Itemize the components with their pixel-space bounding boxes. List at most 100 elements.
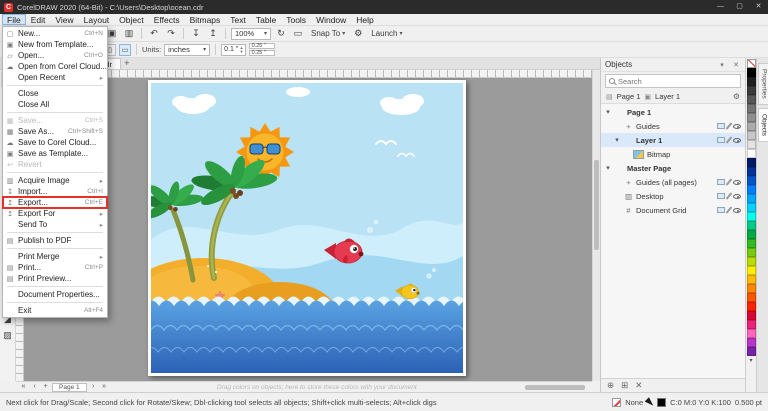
tree-row-guides-all-pages[interactable]: +Guides (all pages) <box>601 175 745 189</box>
tree-row-guides[interactable]: +Guides <box>601 119 745 133</box>
color-swatch[interactable] <box>747 140 756 149</box>
eye-icon[interactable] <box>733 124 741 129</box>
maximize-button[interactable]: ▢ <box>730 0 749 14</box>
file-menu-item-print-preview[interactable]: ▤Print Preview... <box>3 273 107 284</box>
eye-icon[interactable] <box>733 180 741 185</box>
landscape-button[interactable]: ▭ <box>119 44 131 56</box>
file-menu-item-export-for[interactable]: ↥Export For▸ <box>3 208 107 219</box>
menu-object[interactable]: Object <box>114 14 149 25</box>
color-swatch[interactable] <box>747 194 756 203</box>
duplicate-y-input[interactable]: 0.25 " <box>249 50 275 56</box>
docker-close-icon[interactable]: ✕ <box>731 61 741 69</box>
vertical-scrollbar-thumb[interactable] <box>594 160 599 250</box>
menu-tools[interactable]: Tools <box>281 14 311 25</box>
color-swatch[interactable] <box>747 248 756 257</box>
menu-effects[interactable]: Effects <box>149 14 185 25</box>
next-page-icon[interactable]: › <box>89 382 98 392</box>
zoom-level-select[interactable]: 100% ▾ <box>231 28 271 40</box>
eye-icon[interactable] <box>733 138 741 143</box>
file-menu-item-close-all[interactable]: Close All <box>3 99 107 110</box>
no-color-swatch[interactable] <box>747 59 756 68</box>
file-menu-item-save-as[interactable]: ▦Save As...Ctrl+Shift+S <box>3 126 107 137</box>
file-menu-item-save-as-template[interactable]: ▣Save as Template... <box>3 148 107 159</box>
expander-icon[interactable]: ▾ <box>613 136 621 144</box>
color-swatch[interactable] <box>747 104 756 113</box>
file-menu-item-send-to[interactable]: Send To▸ <box>3 219 107 230</box>
spinner-arrows[interactable]: ▴▾ <box>240 46 242 54</box>
horizontal-ruler[interactable] <box>24 70 592 78</box>
paste-icon[interactable]: ▥ <box>122 27 136 40</box>
color-swatch[interactable] <box>747 95 756 104</box>
color-swatch[interactable] <box>747 203 756 212</box>
tree-row-master-page[interactable]: ▾Master Page <box>601 161 745 175</box>
file-menu-item-document-properties[interactable]: Document Properties... <box>3 289 107 300</box>
minimize-button[interactable]: — <box>711 0 730 14</box>
color-swatch[interactable] <box>747 347 756 356</box>
color-swatch[interactable] <box>747 77 756 86</box>
pencil-icon[interactable] <box>726 206 733 213</box>
menu-file[interactable]: File <box>2 14 26 25</box>
previous-page-icon[interactable]: ‹ <box>30 382 39 392</box>
launch-button[interactable]: Launch ▾ <box>368 29 405 38</box>
new-master-layer-icon[interactable]: ⊞ <box>621 380 628 391</box>
side-tab-properties[interactable]: Properties <box>758 63 768 105</box>
tree-row-desktop[interactable]: ▨Desktop <box>601 189 745 203</box>
eye-icon[interactable] <box>733 194 741 199</box>
color-swatch[interactable] <box>747 329 756 338</box>
color-swatch[interactable] <box>747 293 756 302</box>
color-swatch[interactable] <box>747 302 756 311</box>
menu-help[interactable]: Help <box>351 14 378 25</box>
pencil-icon[interactable] <box>726 122 733 129</box>
printer-icon[interactable] <box>717 179 725 185</box>
eye-icon[interactable] <box>733 208 741 213</box>
snap-to-button[interactable]: Snap To ▾ <box>308 29 348 38</box>
file-menu-item-close[interactable]: Close <box>3 88 107 99</box>
options-gear-icon[interactable]: ⚙ <box>351 27 365 40</box>
expander-icon[interactable]: ▾ <box>604 164 612 172</box>
first-page-icon[interactable]: « <box>19 382 28 392</box>
color-swatch[interactable] <box>747 167 756 176</box>
color-swatch[interactable] <box>747 239 756 248</box>
tree-row-bitmap[interactable]: Bitmap <box>601 147 745 161</box>
file-menu-item-new-from-template[interactable]: ▣New from Template... <box>3 39 107 50</box>
tree-row-layer-1[interactable]: ▾Layer 1 <box>601 133 745 147</box>
close-button[interactable]: ✕ <box>749 0 768 14</box>
menu-text[interactable]: Text <box>225 14 251 25</box>
pencil-icon[interactable] <box>726 178 733 185</box>
pencil-icon[interactable] <box>726 136 733 143</box>
printer-icon[interactable] <box>717 193 725 199</box>
file-menu-item-export[interactable]: ↥Export...Ctrl+E <box>3 197 107 208</box>
undo-icon[interactable]: ↶ <box>147 27 161 40</box>
menu-bitmaps[interactable]: Bitmaps <box>185 14 226 25</box>
expander-icon[interactable]: ▾ <box>604 108 612 116</box>
color-swatch[interactable] <box>747 176 756 185</box>
objects-search-input[interactable] <box>618 77 737 86</box>
units-select[interactable]: inches ▾ <box>164 44 210 56</box>
tree-row-page-1[interactable]: ▾Page 1 <box>601 105 745 119</box>
color-swatch[interactable] <box>747 113 756 122</box>
nudge-distance-input[interactable]: 0.1 " ▴▾ <box>221 44 245 56</box>
file-menu-item-publish-to-pdf[interactable]: ▤Publish to PDF <box>3 235 107 246</box>
drawing-canvas[interactable] <box>24 78 592 381</box>
menu-edit[interactable]: Edit <box>26 14 51 25</box>
file-menu-item-print-merge[interactable]: Print Merge▸ <box>3 251 107 262</box>
settings-gear-icon[interactable]: ⚙ <box>733 92 740 101</box>
page[interactable] <box>148 80 466 376</box>
horizontal-scrollbar[interactable] <box>525 385 585 390</box>
duplicate-x-input[interactable]: 0.25 " <box>249 43 275 49</box>
menu-table[interactable]: Table <box>251 14 281 25</box>
color-swatch[interactable] <box>747 212 756 221</box>
fill-tool[interactable]: ▨ <box>1 328 15 343</box>
delete-layer-icon[interactable]: ✕ <box>635 380 642 391</box>
printer-icon[interactable] <box>717 137 725 143</box>
file-menu-item-revert[interactable]: ↩Revert <box>3 159 107 170</box>
color-swatch[interactable] <box>747 266 756 275</box>
color-swatch[interactable] <box>747 68 756 77</box>
page-border-icon[interactable]: ▭ <box>291 27 305 40</box>
export-icon[interactable]: ↥ <box>206 27 220 40</box>
file-menu-item-acquire-image[interactable]: ▥Acquire Image▸ <box>3 175 107 186</box>
menu-view[interactable]: View <box>50 14 78 25</box>
new-layer-icon[interactable]: ⊕ <box>607 380 614 391</box>
color-swatch[interactable] <box>747 122 756 131</box>
file-menu-item-save[interactable]: ▦Save...Ctrl+S <box>3 115 107 126</box>
